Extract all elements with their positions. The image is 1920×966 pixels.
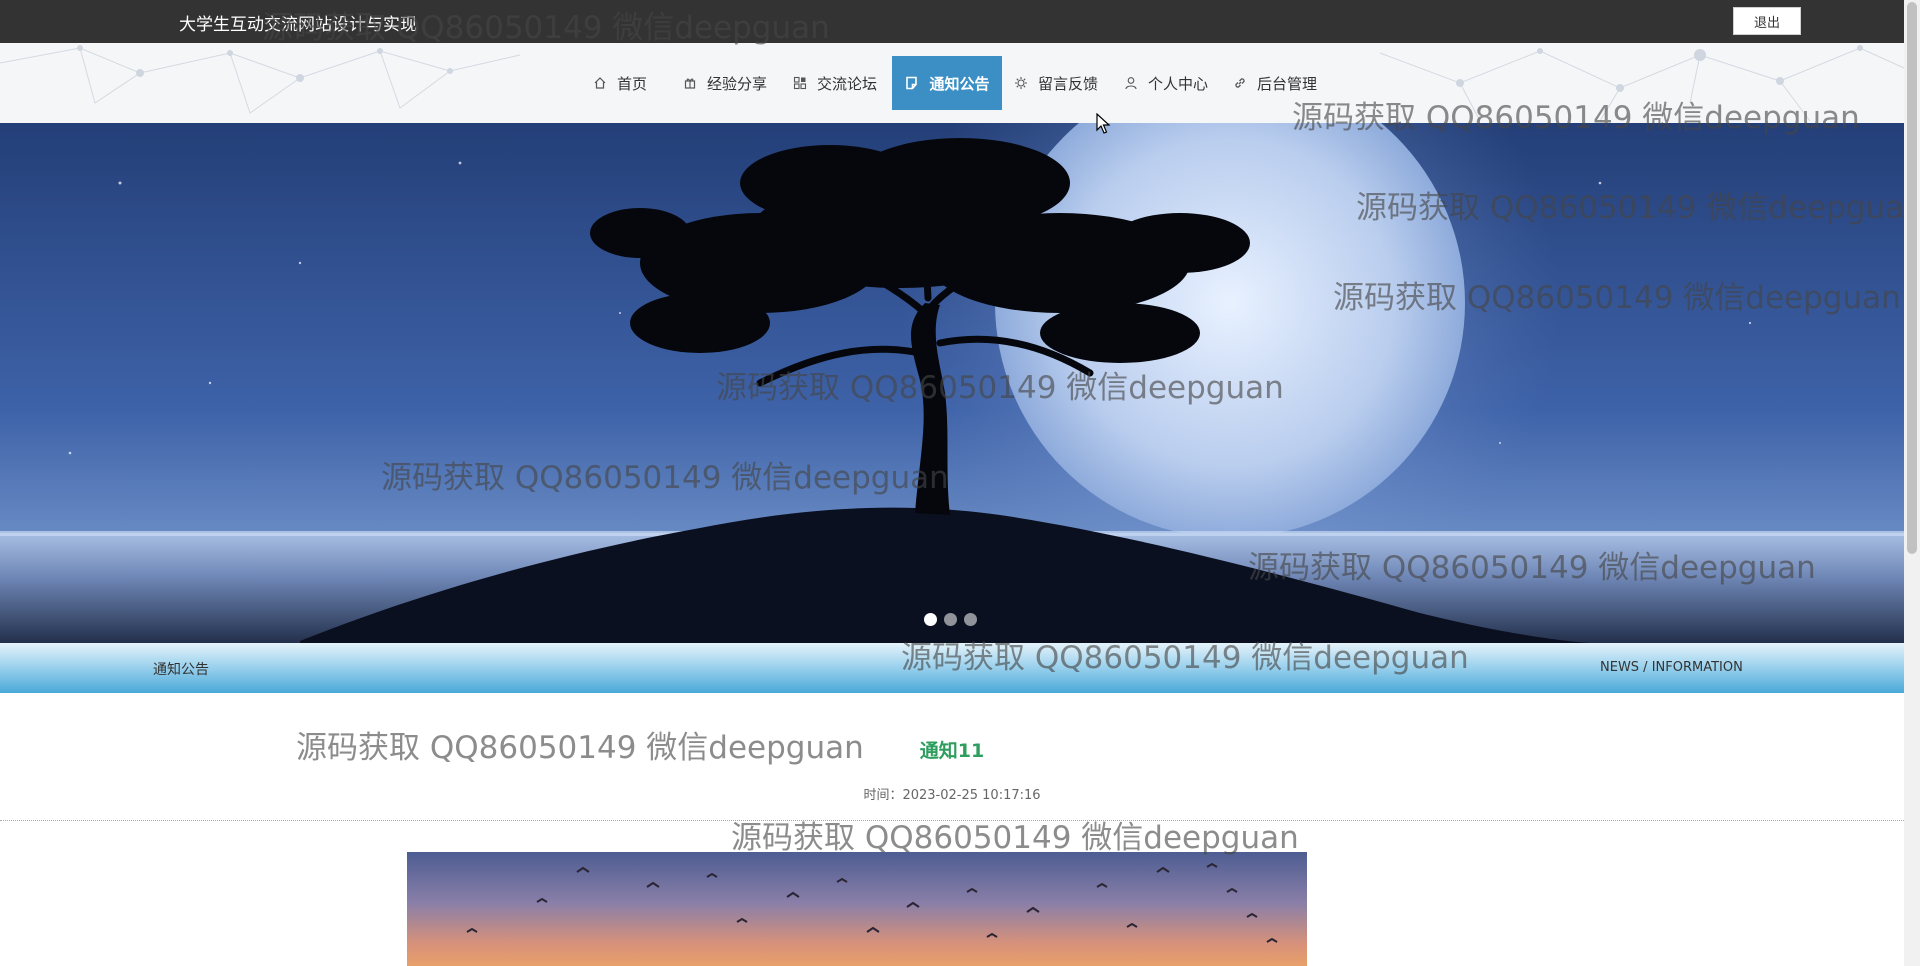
scrollbar-thumb[interactable] <box>1907 2 1917 554</box>
nav-item-label: 交流论坛 <box>817 74 878 93</box>
nav-item-label: 通知公告 <box>929 74 990 93</box>
carousel-dot-2[interactable] <box>944 613 957 626</box>
nav-item-label: 首页 <box>617 74 648 93</box>
carousel-indicators <box>924 613 977 626</box>
section-title: 通知公告 <box>153 662 209 678</box>
section-header: 通知公告 NEWS / INFORMATION <box>0 643 1904 693</box>
grid-icon <box>792 75 808 91</box>
user-icon <box>1123 75 1139 91</box>
site-title: 大学生互动交流网站设计与实现 <box>179 15 417 35</box>
article-title: 通知11 <box>919 740 985 762</box>
section-subtitle: NEWS / INFORMATION <box>1600 660 1743 675</box>
nav-item-home[interactable]: 首页 <box>592 56 647 110</box>
nav-item-feedback[interactable]: 留言反馈 <box>1013 56 1098 110</box>
page: 大学生互动交流网站设计与实现 退出 首页 经验分享 交流论坛 通知公告 留言反馈… <box>0 0 1920 966</box>
watermark-text: 源码获取 QQ86050149 微信deepguan <box>731 820 1299 856</box>
gear-icon <box>1013 75 1029 91</box>
article-time-label: 时间： <box>863 788 903 803</box>
nav-item-experience[interactable]: 经验分享 <box>682 56 767 110</box>
main-nav: 首页 经验分享 交流论坛 通知公告 留言反馈 个人中心 后台管理 <box>0 43 1904 123</box>
home-icon <box>592 75 608 91</box>
nav-item-label: 后台管理 <box>1257 74 1318 93</box>
nav-item-admin[interactable]: 后台管理 <box>1232 56 1317 110</box>
article-divider <box>0 820 1904 821</box>
nav-item-label: 个人中心 <box>1148 74 1209 93</box>
logout-button[interactable]: 退出 <box>1733 7 1801 35</box>
banner-carousel[interactable] <box>0 123 1904 643</box>
nav-item-label: 经验分享 <box>707 74 768 93</box>
banner-image <box>0 123 1904 643</box>
article-image <box>407 852 1307 966</box>
link-icon <box>1232 75 1248 91</box>
vertical-scrollbar[interactable] <box>1904 0 1920 966</box>
carousel-dot-1[interactable] <box>924 613 937 626</box>
nav-item-notice[interactable]: 通知公告 <box>892 56 1002 110</box>
article-time-value: 2023-02-25 10:17:16 <box>902 788 1041 803</box>
nav-item-forum[interactable]: 交流论坛 <box>792 56 877 110</box>
nav-item-profile[interactable]: 个人中心 <box>1123 56 1208 110</box>
article-time: 时间：2023-02-25 10:17:16 <box>0 784 1904 803</box>
top-bar: 大学生互动交流网站设计与实现 退出 <box>0 0 1904 43</box>
nav-item-label: 留言反馈 <box>1038 74 1099 93</box>
gift-icon <box>682 75 698 91</box>
carousel-dot-3[interactable] <box>964 613 977 626</box>
note-icon <box>904 75 920 91</box>
